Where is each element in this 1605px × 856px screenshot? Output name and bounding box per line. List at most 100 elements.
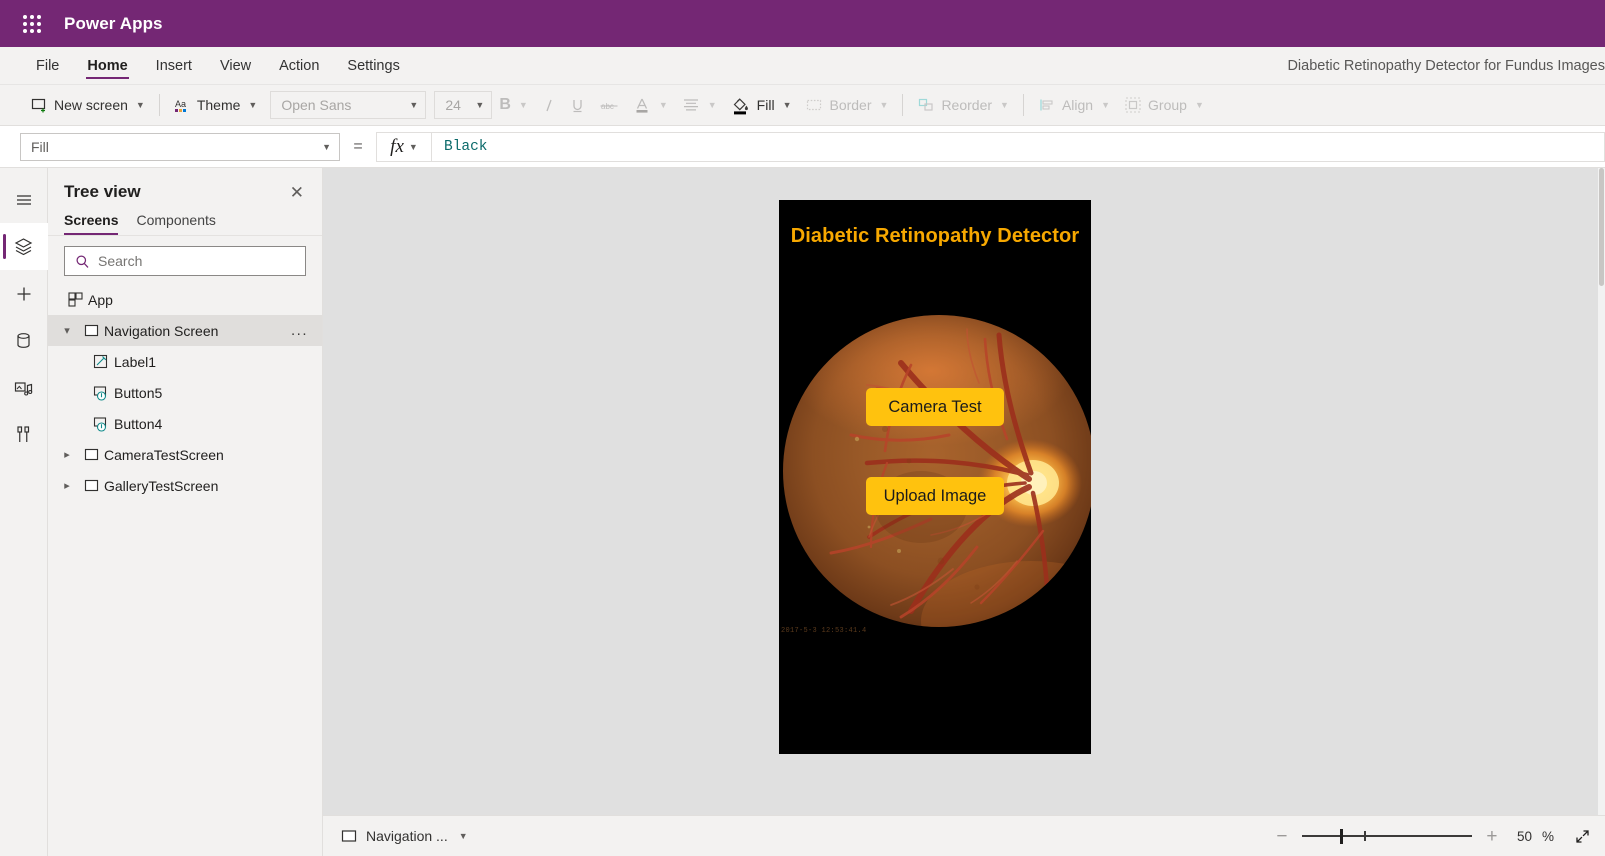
chevron-collapsed-icon[interactable]: ▸ [56,448,78,461]
close-icon[interactable]: ✕ [290,184,304,201]
app-screen-preview[interactable]: Diabetic Retinopathy Detector 2017-5-3 1… [779,200,1091,754]
canvas-area[interactable]: Diabetic Retinopathy Detector 2017-5-3 1… [323,168,1605,856]
left-rail [0,168,48,856]
zoom-out-button[interactable]: − [1272,827,1292,846]
theme-icon: Aa [174,97,191,114]
reorder-label: Reorder [941,97,993,113]
tree-node-app[interactable]: App [48,284,322,315]
chevron-down-icon: ▼ [135,100,145,110]
search-icon [75,254,90,269]
menu-item-insert[interactable]: Insert [142,47,206,84]
border-icon [805,96,823,114]
reorder-icon [917,96,935,114]
insert-icon[interactable] [0,270,48,317]
app-icon [62,292,88,307]
tree-node-label: Navigation Screen [104,322,219,339]
italic-button[interactable] [535,90,563,120]
bold-button[interactable]: B ▼ [492,90,534,120]
expand-icon[interactable] [1574,828,1591,845]
upload-image-button[interactable]: Upload Image [866,477,1004,515]
bold-label: B [499,96,511,113]
menu-item-settings[interactable]: Settings [333,47,413,84]
tree-node-button4[interactable]: Button4 [48,408,322,439]
chevron-down-icon: ▼ [408,141,418,152]
chevron-down-icon: ▼ [707,100,717,110]
toolbar-divider [158,94,160,116]
screen-icon [78,323,104,338]
fill-bucket-icon [731,96,751,115]
chevron-expanded-icon[interactable]: ▾ [56,324,78,337]
media-icon[interactable] [0,364,48,411]
hamburger-menu-icon[interactable] [0,176,48,223]
waffle-grid [23,14,41,33]
screen-title[interactable]: Diabetic Retinopathy Detector [779,225,1091,248]
tree-view-panel: Tree view ✕ Screens Components Search Ap… [48,168,323,856]
data-icon[interactable] [0,317,48,364]
menu-item-home[interactable]: Home [73,47,141,84]
screen-icon [78,447,104,462]
align-button[interactable]: Align ▼ [1031,90,1117,120]
tree-node-label1[interactable]: Label1 [48,346,322,377]
strikethrough-button[interactable]: abc [592,90,626,120]
formula-bar: Fill ▼ = fx ▼ Black [0,126,1605,168]
fill-button[interactable]: Fill ▼ [724,90,799,120]
tree-node-button5[interactable]: Button5 [48,377,322,408]
tree-node-camera-test-screen[interactable]: ▸ CameraTestScreen [48,439,322,470]
zoom-slider-handle[interactable] [1339,829,1343,844]
font-family-select[interactable]: Open Sans ▼ [270,91,427,119]
tree-view-title: Tree view [64,182,141,201]
theme-button[interactable]: Aa Theme ▼ [167,90,265,120]
tree-node-label: Button4 [114,415,163,432]
chevron-collapsed-icon[interactable]: ▸ [56,479,78,492]
product-title: Power Apps [64,13,163,33]
strikethrough-icon: abc [599,97,619,114]
text-align-button[interactable]: ▼ [675,90,724,120]
equals-sign: = [353,137,363,155]
status-bar: Navigation ... ▼ − + 50 % [323,815,1605,856]
zoom-unit: % [1541,828,1554,844]
search-wrapper: Search [48,236,322,284]
camera-test-button[interactable]: Camera Test [866,388,1004,426]
formula-input[interactable]: Black [432,131,1605,162]
border-button[interactable]: Border ▼ [798,90,895,120]
search-placeholder: Search [98,253,143,269]
reorder-button[interactable]: Reorder ▼ [910,90,1016,120]
screen-icon [341,828,357,844]
tree-node-gallery-test-screen[interactable]: ▸ GalleryTestScreen [48,470,322,501]
underline-icon [570,97,585,114]
tab-components[interactable]: Components [136,212,215,235]
screen-selector[interactable]: Navigation ... ▼ [341,828,468,844]
property-select[interactable]: Fill ▼ [20,132,340,161]
zoom-slider[interactable] [1301,829,1472,844]
zoom-controls: − + 50 % [1272,827,1591,846]
tree-view-icon[interactable] [0,223,48,270]
align-icon [682,96,700,114]
chevron-down-icon: ▼ [658,100,668,110]
tab-screens[interactable]: Screens [64,212,119,235]
menu-item-file[interactable]: File [22,47,73,84]
tree-node-navigation-screen[interactable]: ▾ Navigation Screen ... [48,315,322,346]
node-overflow-menu[interactable]: ... [291,322,312,339]
canvas-vertical-scrollbar[interactable] [1598,168,1605,856]
menu-item-action[interactable]: Action [265,47,333,84]
ribbon-toolbar: New screen ▼ Aa Theme ▼ Open Sans ▼ 24 ▼… [0,85,1605,126]
menu-item-view[interactable]: View [206,47,265,84]
svg-text:Aa: Aa [175,99,186,109]
zoom-in-button[interactable]: + [1482,827,1502,846]
chevron-down-icon: ▼ [248,100,258,110]
label-icon [88,354,114,370]
new-screen-button[interactable]: New screen ▼ [24,90,152,120]
menu-items: File Home Insert View Action Settings [0,47,414,84]
group-button[interactable]: Group ▼ [1117,90,1211,120]
advanced-tools-icon[interactable] [0,411,48,458]
font-size-select[interactable]: 24 ▼ [434,91,493,119]
search-input[interactable]: Search [64,246,306,276]
font-color-button[interactable]: ▼ [626,90,675,120]
app-launcher-icon[interactable] [10,0,54,47]
tree-list: App ▾ Navigation Screen ... Label1 Butto… [48,284,322,856]
tree-node-label: Button5 [114,384,163,401]
underline-button[interactable] [563,90,592,120]
fx-icon: fx [390,135,404,157]
screen-icon [78,478,104,493]
fx-button[interactable]: fx ▼ [376,131,432,162]
